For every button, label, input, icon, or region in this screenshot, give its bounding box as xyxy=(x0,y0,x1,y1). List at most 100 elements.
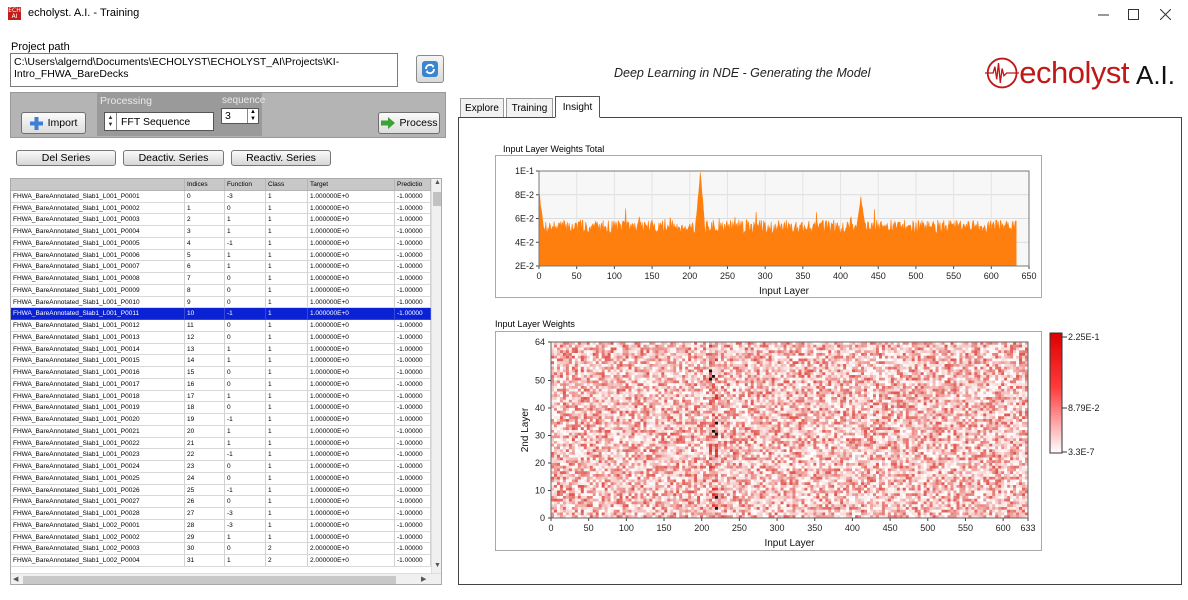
heatmap-cell xyxy=(667,358,671,362)
table-row[interactable]: FHWA_BareAnnotated_Slab1_L001_P0011 10 -1 1… xyxy=(11,308,431,320)
table-row[interactable]: FHWA_BareAnnotated_Slab1_L002_P0003 30 0 2 2… xyxy=(11,543,431,555)
scroll-down-icon[interactable]: ▼ xyxy=(434,562,441,569)
refresh-button[interactable] xyxy=(416,55,444,83)
table-row[interactable]: FHWA_BareAnnotated_Slab1_L001_P0010 9 0 1 1.… xyxy=(11,296,431,309)
heatmap-cell xyxy=(840,355,844,359)
project-path-field[interactable]: C:\Users\algernd\Documents\ECHOLYST\ECHO… xyxy=(10,53,398,87)
tab-training[interactable]: Training xyxy=(506,98,553,117)
tab-explore[interactable]: Explore xyxy=(460,98,504,117)
heatmap-cell xyxy=(995,347,999,351)
table-row[interactable]: FHWA_BareAnnotated_Slab1_L001_P0025 24 0 1 1… xyxy=(11,472,431,485)
table-row[interactable]: FHWA_BareAnnotated_Slab1_L002_P0001 28 -3 1… xyxy=(11,519,431,532)
horizontal-scroll-thumb[interactable] xyxy=(23,576,396,584)
heatmap-cell xyxy=(756,353,760,356)
table-row[interactable]: FHWA_BareAnnotated_Slab1_L001_P0024 23 0 1 1… xyxy=(11,461,431,473)
table-row[interactable]: FHWA_BareAnnotated_Slab1_L001_P0022 21 1 1 1… xyxy=(11,437,431,450)
scroll-right-icon[interactable]: ▶ xyxy=(421,575,426,583)
heatmap-cell xyxy=(980,391,984,395)
tab-insight[interactable]: Insight xyxy=(555,96,600,118)
table-row[interactable]: FHWA_BareAnnotated_Slab1_L001_P0026 25 -1 1… xyxy=(11,484,431,497)
table-row[interactable]: FHWA_BareAnnotated_Slab1_L001_P0017 16 0 1 1… xyxy=(11,378,431,391)
scroll-up-icon[interactable]: ▲ xyxy=(434,179,441,186)
scroll-left-icon[interactable]: ◀ xyxy=(13,575,18,583)
table-row[interactable]: FHWA_BareAnnotated_Slab1_L001_P0021 20 1 1 1… xyxy=(11,425,431,438)
heatmap-cell xyxy=(1022,353,1026,356)
heatmap-cell xyxy=(825,399,829,403)
table-row[interactable]: FHWA_BareAnnotated_Slab1_L001_P0005 4 -1 1 1… xyxy=(11,237,431,250)
table-row[interactable]: FHWA_BareAnnotated_Slab1_L001_P0015 14 1 1 1… xyxy=(11,355,431,367)
heatmap-cell xyxy=(723,377,728,381)
table-row[interactable]: FHWA_BareAnnotated_Slab1_L001_P0014 13 1 1 1… xyxy=(11,343,431,356)
table-row[interactable]: FHWA_BareAnnotated_Slab1_L001_P0023 22 -1 1… xyxy=(11,449,431,461)
heatmap-cell xyxy=(601,377,605,381)
table-row[interactable]: FHWA_BareAnnotated_Slab1_L001_P0002 1 0 1 1.… xyxy=(11,202,431,215)
heatmap-cell xyxy=(867,375,871,378)
heatmap-cell xyxy=(926,394,930,398)
table-horizontal-scrollbar[interactable]: ◀ ▶ xyxy=(11,573,441,584)
sequence-stepper[interactable]: 3 ▲ ▼ xyxy=(221,108,259,124)
heatmap-cell xyxy=(774,347,778,351)
table-row[interactable]: FHWA_BareAnnotated_Slab1_L001_P0016 15 0 1 1… xyxy=(11,367,431,379)
sequence-spin-icon[interactable]: ▲ ▼ xyxy=(247,109,258,123)
table-row[interactable]: FHWA_BareAnnotated_Slab1_L001_P0020 19 -1 1… xyxy=(11,414,431,426)
heatmap-cell xyxy=(771,361,775,365)
heatmap-cell xyxy=(759,416,763,420)
import-button[interactable]: Import xyxy=(21,112,86,134)
table-row[interactable]: FHWA_BareAnnotated_Slab1_L001_P0027 26 0 1 1… xyxy=(11,496,431,508)
heatmap-cell xyxy=(846,399,850,403)
table-row[interactable]: FHWA_BareAnnotated_Slab1_L001_P0012 11 0 1 1… xyxy=(11,320,431,332)
processing-select[interactable]: ▲ ▼ FFT Sequence xyxy=(104,112,214,131)
table-row[interactable]: FHWA_BareAnnotated_Slab1_L001_P0003 2 1 1 1.… xyxy=(11,214,431,226)
table-row[interactable]: FHWA_BareAnnotated_Slab1_L002_P0002 29 1 1 1… xyxy=(11,531,431,544)
heatmap-cell xyxy=(846,413,850,417)
heatmap-cell xyxy=(929,388,933,392)
deactiv-series-button[interactable]: Deactiv. Series xyxy=(123,150,224,166)
heatmap-cell xyxy=(792,391,796,395)
heatmap-cell xyxy=(1001,399,1005,403)
heatmap-cell xyxy=(983,416,987,420)
heatmap-cell xyxy=(947,416,951,420)
table-row[interactable]: FHWA_BareAnnotated_Slab1_L001_P0013 12 0 1 1… xyxy=(11,331,431,344)
heatmap-cell xyxy=(852,372,856,376)
table-row[interactable]: FHWA_BareAnnotated_Slab1_L001_P0006 5 1 1 1.… xyxy=(11,249,431,262)
heatmap-cell xyxy=(956,394,960,398)
table-cell: 1 xyxy=(225,343,266,356)
heatmap-cell xyxy=(759,413,763,417)
heatmap-cell xyxy=(899,388,903,392)
close-button[interactable] xyxy=(1142,0,1188,28)
heatmap-cell xyxy=(714,377,719,381)
table-row[interactable]: FHWA_BareAnnotated_Slab1_L001_P0001 0 -3 1 1… xyxy=(11,190,431,203)
heatmap-cell xyxy=(810,388,814,392)
process-button[interactable]: Process xyxy=(378,112,440,134)
processing-spin-icon[interactable]: ▲ ▼ xyxy=(105,113,117,130)
table-row[interactable]: FHWA_BareAnnotated_Slab1_L001_P0028 27 -3 1… xyxy=(11,508,431,520)
heatmap-cell xyxy=(911,347,915,351)
x-tick-label: 650 xyxy=(1021,271,1036,281)
heatmap-cell xyxy=(616,397,620,400)
heatmap-cell xyxy=(953,410,957,414)
heatmap-cell xyxy=(586,388,590,392)
table-header-row[interactable]: Indices Function Class Target Predictio xyxy=(11,179,431,191)
table-row[interactable]: FHWA_BareAnnotated_Slab1_L001_P0008 7 0 1 1.… xyxy=(11,273,431,285)
table-row[interactable]: FHWA_BareAnnotated_Slab1_L002_P0004 31 1 2 2… xyxy=(11,555,431,567)
table-row[interactable]: FHWA_BareAnnotated_Slab1_L001_P0004 3 1 1 1.… xyxy=(11,226,431,238)
heatmap-cell xyxy=(941,383,945,387)
table-row[interactable]: FHWA_BareAnnotated_Slab1_L001_P0007 6 1 1 1.… xyxy=(11,261,431,273)
heatmap-cell xyxy=(756,347,760,351)
heatmap-cell xyxy=(607,419,611,422)
heatmap-cell xyxy=(911,372,915,376)
table-row[interactable]: FHWA_BareAnnotated_Slab1_L001_P0018 17 1 1 1… xyxy=(11,390,431,403)
heatmap-cell xyxy=(881,394,886,398)
table-row[interactable]: FHWA_BareAnnotated_Slab1_L001_P0019 18 0 1 1… xyxy=(11,402,431,414)
heatmap-cell xyxy=(658,419,662,422)
heatmap-cell xyxy=(804,377,808,381)
heatmap-cell xyxy=(574,419,579,422)
del-series-button[interactable]: Del Series xyxy=(16,150,116,166)
heatmap-cell xyxy=(691,377,695,381)
table-row[interactable]: FHWA_BareAnnotated_Slab1_L001_P0009 8 0 1 1.… xyxy=(11,284,431,297)
vertical-scroll-thumb[interactable] xyxy=(433,192,441,206)
table-vertical-scrollbar[interactable]: ▲ ▼ xyxy=(431,179,441,573)
heatmap-cell xyxy=(899,383,903,387)
heatmap-cell xyxy=(786,375,790,378)
reactiv-series-button[interactable]: Reactiv. Series xyxy=(231,150,331,166)
